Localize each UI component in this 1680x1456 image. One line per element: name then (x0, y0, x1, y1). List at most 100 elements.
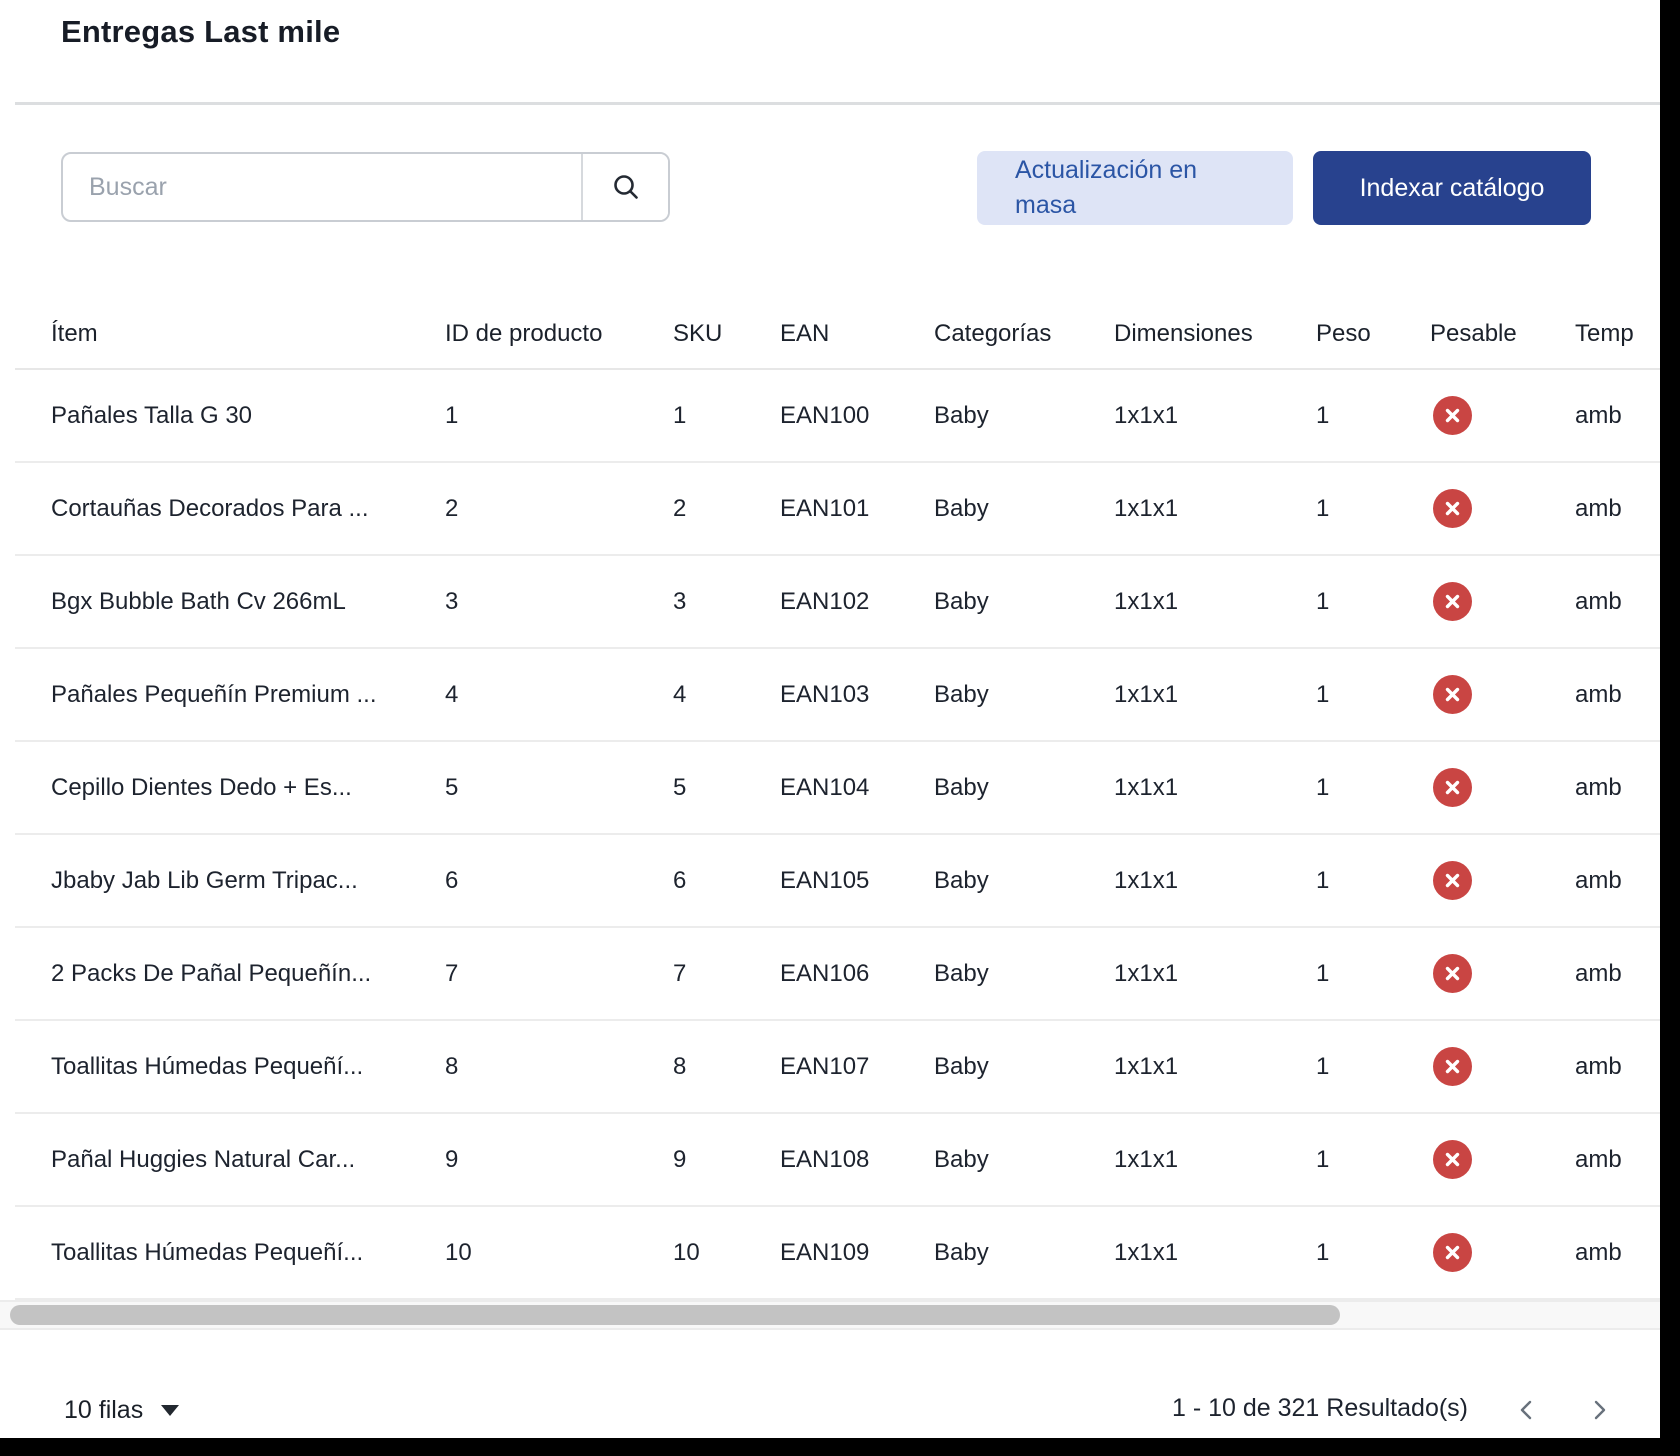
cell-dimensiones: 1x1x1 (1114, 741, 1316, 834)
cell-sku: 7 (673, 927, 780, 1020)
cell-product-id: 1 (445, 369, 673, 462)
cell-dimensiones: 1x1x1 (1114, 1206, 1316, 1299)
bulk-update-button[interactable]: Actualización en masa (977, 151, 1293, 225)
table-body: Pañales Talla G 30 1 1 EAN100 Baby 1x1x1… (15, 369, 1660, 1299)
cell-dimensiones: 1x1x1 (1114, 834, 1316, 927)
cell-categoria: Baby (934, 1020, 1114, 1113)
col-header-product-id: ID de producto (445, 300, 673, 369)
rows-per-page-selector[interactable]: 10 filas (64, 1388, 179, 1432)
next-page-button[interactable] (1583, 1394, 1615, 1426)
horizontal-scrollbar (0, 1300, 1660, 1330)
cell-pesable (1430, 648, 1575, 741)
cell-temp: amb (1575, 1020, 1660, 1113)
cell-temp: amb (1575, 1206, 1660, 1299)
horizontal-scrollbar-thumb[interactable] (10, 1305, 1340, 1325)
table-row: Bgx Bubble Bath Cv 266mL 3 3 EAN102 Baby… (15, 555, 1660, 648)
cell-pesable (1430, 927, 1575, 1020)
cell-sku: 4 (673, 648, 780, 741)
cell-peso: 1 (1316, 648, 1430, 741)
col-header-sku: SKU (673, 300, 780, 369)
search-box (61, 152, 670, 222)
col-header-temp: Temp (1575, 300, 1660, 369)
not-weighable-icon (1433, 1047, 1472, 1086)
cell-ean: EAN108 (780, 1113, 934, 1206)
cell-dimensiones: 1x1x1 (1114, 369, 1316, 462)
cell-temp: amb (1575, 369, 1660, 462)
cell-ean: EAN102 (780, 555, 934, 648)
rows-per-page-label: 10 filas (64, 1396, 143, 1425)
index-catalog-button[interactable]: Indexar catálogo (1313, 151, 1591, 225)
cell-ean: EAN109 (780, 1206, 934, 1299)
col-header-ean: EAN (780, 300, 934, 369)
cell-item: Toallitas Húmedas Pequeñí... (15, 1020, 445, 1113)
cell-product-id: 6 (445, 834, 673, 927)
cell-sku: 10 (673, 1206, 780, 1299)
cell-ean: EAN104 (780, 741, 934, 834)
table-row: 2 Packs De Pañal Pequeñín... 7 7 EAN106 … (15, 927, 1660, 1020)
search-input[interactable] (63, 154, 581, 220)
cell-temp: amb (1575, 741, 1660, 834)
cell-product-id: 10 (445, 1206, 673, 1299)
cell-temp: amb (1575, 927, 1660, 1020)
cell-sku: 3 (673, 555, 780, 648)
not-weighable-icon (1433, 396, 1472, 435)
cell-item: Toallitas Húmedas Pequeñí... (15, 1206, 445, 1299)
cell-categoria: Baby (934, 648, 1114, 741)
cell-item: Jbaby Jab Lib Germ Tripac... (15, 834, 445, 927)
cell-ean: EAN101 (780, 462, 934, 555)
cell-item: 2 Packs De Pañal Pequeñín... (15, 927, 445, 1020)
cell-dimensiones: 1x1x1 (1114, 1113, 1316, 1206)
table-row: Pañales Talla G 30 1 1 EAN100 Baby 1x1x1… (15, 369, 1660, 462)
cell-dimensiones: 1x1x1 (1114, 927, 1316, 1020)
cell-sku: 8 (673, 1020, 780, 1113)
cell-peso: 1 (1316, 462, 1430, 555)
table-row: Cortauñas Decorados Para ... 2 2 EAN101 … (15, 462, 1660, 555)
cell-product-id: 8 (445, 1020, 673, 1113)
cell-temp: amb (1575, 462, 1660, 555)
cell-pesable (1430, 555, 1575, 648)
cell-item: Cortauñas Decorados Para ... (15, 462, 445, 555)
table-row: Toallitas Húmedas Pequeñí... 8 8 EAN107 … (15, 1020, 1660, 1113)
cell-item: Cepillo Dientes Dedo + Es... (15, 741, 445, 834)
previous-page-button[interactable] (1511, 1394, 1543, 1426)
cell-dimensiones: 1x1x1 (1114, 555, 1316, 648)
cell-ean: EAN107 (780, 1020, 934, 1113)
cell-categoria: Baby (934, 927, 1114, 1020)
cell-pesable (1430, 1113, 1575, 1206)
cell-categoria: Baby (934, 741, 1114, 834)
cell-categoria: Baby (934, 1113, 1114, 1206)
cell-dimensiones: 1x1x1 (1114, 462, 1316, 555)
cell-pesable (1430, 462, 1575, 555)
chevron-left-icon (1512, 1395, 1542, 1425)
table-row: Toallitas Húmedas Pequeñí... 10 10 EAN10… (15, 1206, 1660, 1299)
col-header-dimensiones: Dimensiones (1114, 300, 1316, 369)
cell-product-id: 9 (445, 1113, 673, 1206)
table-row: Pañales Pequeñín Premium ... 4 4 EAN103 … (15, 648, 1660, 741)
not-weighable-icon (1433, 1140, 1472, 1179)
cell-temp: amb (1575, 648, 1660, 741)
page-title: Entregas Last mile (61, 14, 340, 50)
not-weighable-icon (1433, 861, 1472, 900)
cell-temp: amb (1575, 555, 1660, 648)
search-button[interactable] (581, 154, 668, 220)
cell-sku: 2 (673, 462, 780, 555)
table-row: Pañal Huggies Natural Car... 9 9 EAN108 … (15, 1113, 1660, 1206)
cell-peso: 1 (1316, 927, 1430, 1020)
page-content: Entregas Last mile Actualización en masa… (0, 0, 1660, 1438)
cell-sku: 5 (673, 741, 780, 834)
cell-peso: 1 (1316, 555, 1430, 648)
cell-ean: EAN106 (780, 927, 934, 1020)
cell-peso: 1 (1316, 741, 1430, 834)
col-header-item: Ítem (15, 300, 445, 369)
cell-product-id: 2 (445, 462, 673, 555)
cell-ean: EAN105 (780, 834, 934, 927)
cell-product-id: 3 (445, 555, 673, 648)
cell-categoria: Baby (934, 834, 1114, 927)
cell-item: Pañales Talla G 30 (15, 369, 445, 462)
not-weighable-icon (1433, 954, 1472, 993)
cell-sku: 6 (673, 834, 780, 927)
cell-sku: 1 (673, 369, 780, 462)
cell-product-id: 4 (445, 648, 673, 741)
not-weighable-icon (1433, 675, 1472, 714)
search-icon (610, 171, 642, 203)
